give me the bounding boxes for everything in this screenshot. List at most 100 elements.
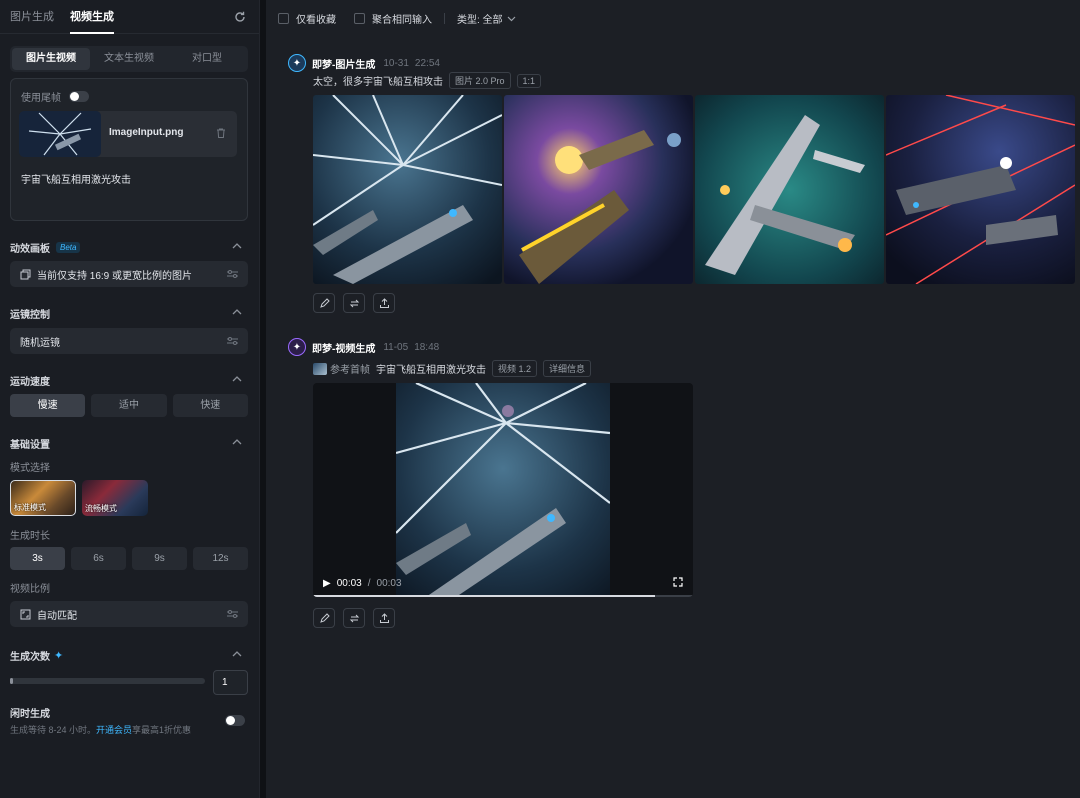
fullscreen-icon[interactable]	[673, 577, 683, 587]
video-duration: 00:03	[376, 578, 402, 589]
play-icon[interactable]: ▶	[323, 578, 331, 589]
idle-note-prefix: 生成等待 8-24 小时。	[10, 725, 97, 735]
regenerate-button[interactable]	[343, 608, 365, 628]
idle-toggle[interactable]	[225, 715, 245, 726]
result-image-3[interactable]	[695, 95, 884, 284]
count-input[interactable]: 1	[213, 670, 248, 695]
model-standard[interactable]: 标准模式	[10, 480, 76, 516]
count-section-header[interactable]: 生成次数 ✦	[10, 648, 248, 663]
detail-tag[interactable]: 详细信息	[543, 360, 592, 377]
type-filter[interactable]: 类型: 全部	[457, 11, 503, 26]
model-smooth[interactable]: 流畅模式	[82, 480, 148, 516]
result-image-4[interactable]	[886, 95, 1075, 284]
top-nav: 图片生成 视频生成	[0, 0, 259, 34]
idle-note: 生成等待 8-24 小时。开通会员享最高1折优惠	[10, 723, 191, 736]
uploaded-thumbnail	[19, 111, 101, 157]
effects-section-header[interactable]: 动效画板 Beta	[10, 240, 248, 255]
chevron-up-icon[interactable]	[232, 308, 242, 316]
idle-title: 闲时生成	[10, 709, 50, 720]
duration-options: 3s 6s 9s 12s	[10, 547, 248, 570]
divider	[444, 13, 445, 24]
msg-video-info: 参考首帧 宇宙飞船互相用激光攻击 视频 1.2 详细信息	[313, 360, 592, 377]
duration-12s-button[interactable]: 12s	[193, 547, 248, 570]
count-title: 生成次数	[10, 652, 50, 663]
repeat-icon	[349, 299, 359, 307]
chevron-up-icon[interactable]	[232, 242, 242, 250]
trash-icon[interactable]	[215, 127, 227, 139]
refresh-icon[interactable]	[233, 10, 247, 24]
favorites-checkbox[interactable]	[278, 13, 289, 24]
result-image-1[interactable]	[313, 95, 502, 284]
chevron-up-icon[interactable]	[232, 650, 242, 658]
duration-6s-button[interactable]: 6s	[71, 547, 126, 570]
favorites-label: 仅看收藏	[296, 15, 336, 26]
tab-video-gen[interactable]: 视频生成	[70, 0, 114, 34]
upload-icon	[379, 612, 389, 623]
msg-video-date: 11-05	[383, 341, 409, 353]
mode-image-to-video[interactable]: 图片生视频	[12, 48, 90, 70]
merge-checkbox[interactable]	[354, 13, 365, 24]
basic-section-header[interactable]: 基础设置	[10, 436, 248, 451]
video-controls: ▶ 00:03 / 00:03	[323, 578, 402, 589]
tab-image-gen[interactable]: 图片生成	[10, 0, 54, 34]
edit-button[interactable]	[313, 293, 335, 313]
adjust-icon	[227, 270, 238, 278]
mode-text-to-video[interactable]: 文本生视频	[90, 48, 168, 70]
ratio-select[interactable]: 自动匹配	[10, 601, 248, 627]
msg-image-prompt: 太空，很多宇宙飞船互相攻击	[313, 77, 443, 88]
effects-bar[interactable]: 当前仅支持 16:9 或更宽比例的图片	[10, 261, 248, 287]
aspect-ratio-icon	[20, 609, 31, 619]
duration-9s-button[interactable]: 9s	[132, 547, 187, 570]
file-name: ImageInput.png	[109, 127, 184, 138]
msg-image-header: ✦ 即梦-图片生成 10-31 22:54	[288, 54, 440, 72]
adjust-icon	[227, 337, 238, 345]
left-panel: 图片生成 视频生成 图片生视频 文本生视频 对口型 使用尾帧 ImageInpu…	[0, 0, 260, 798]
duration-label: 生成时长	[10, 531, 50, 542]
vip-link[interactable]: 开通会员	[96, 725, 132, 735]
tail-frame-label: 使用尾帧	[21, 93, 61, 104]
model-label: 模式选择	[10, 463, 50, 474]
msg-image-time: 22:54	[414, 57, 440, 69]
result-image-2[interactable]	[504, 95, 693, 284]
speed-title: 运动速度	[10, 377, 50, 388]
upload-icon	[379, 297, 389, 308]
image-results	[313, 95, 1075, 284]
pencil-icon	[319, 297, 330, 308]
prompt-text[interactable]: 宇宙飞船互相用激光攻击	[21, 171, 131, 186]
video-player[interactable]: ▶ 00:03 / 00:03	[313, 383, 693, 597]
speed-options: 慢速 适中 快速	[10, 394, 248, 417]
duration-3s-button[interactable]: 3s	[10, 547, 65, 570]
tail-frame-toggle[interactable]	[69, 91, 89, 102]
ref-thumbnail	[313, 362, 327, 375]
speed-medium-button[interactable]: 适中	[91, 394, 167, 417]
msg-video-header: ✦ 即梦-视频生成 11-05 18:48	[288, 338, 439, 356]
count-slider[interactable]	[10, 678, 205, 684]
msg-image-date: 10-31	[383, 57, 409, 69]
time-separator: /	[367, 578, 371, 589]
video-progress[interactable]	[313, 595, 693, 597]
speed-section-header[interactable]: 运动速度	[10, 373, 248, 388]
uploaded-file[interactable]: ImageInput.png	[19, 111, 237, 157]
camera-value: 随机运镜	[20, 337, 60, 349]
regenerate-button[interactable]	[343, 293, 365, 313]
chevron-down-icon[interactable]	[507, 16, 516, 22]
speed-slow-button[interactable]: 慢速	[10, 394, 86, 417]
camera-section-header[interactable]: 运镜控制	[10, 306, 248, 321]
share-button[interactable]	[373, 293, 395, 313]
edit-button[interactable]	[313, 608, 335, 628]
chevron-up-icon[interactable]	[232, 375, 242, 383]
beta-badge: Beta	[56, 242, 81, 253]
chevron-up-icon[interactable]	[232, 438, 242, 446]
basic-title: 基础设置	[10, 440, 50, 451]
mode-lip-sync[interactable]: 对口型	[168, 48, 246, 70]
share-button[interactable]	[373, 608, 395, 628]
merge-label: 聚合相同输入	[372, 15, 432, 26]
repeat-icon	[349, 614, 359, 622]
count-slider-fill	[10, 678, 13, 684]
ratio-value: 自动匹配	[37, 610, 77, 622]
filter-bar: 仅看收藏 聚合相同输入 类型: 全部	[278, 11, 516, 26]
speed-fast-button[interactable]: 快速	[172, 394, 248, 417]
input-card: 使用尾帧 ImageInput.png 宇宙飞船互相用激光攻击	[10, 78, 248, 221]
tail-frame-row: 使用尾帧	[21, 89, 89, 104]
camera-select[interactable]: 随机运镜	[10, 328, 248, 354]
